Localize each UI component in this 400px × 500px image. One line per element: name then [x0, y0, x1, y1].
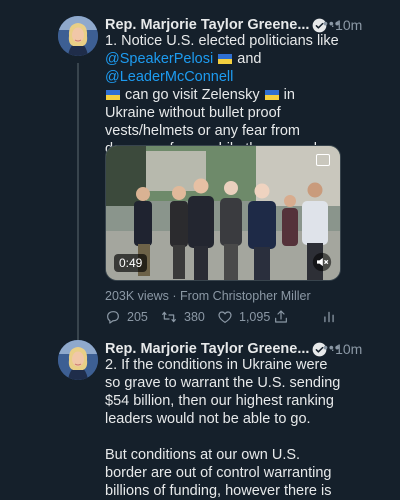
like-button[interactable]: 1,095: [217, 307, 270, 327]
mention-speakerpelosi[interactable]: @SpeakerPelosi: [105, 51, 213, 67]
reply-icon: [107, 311, 119, 324]
video-duration: 0:49: [114, 254, 148, 272]
thread-connector-line: [77, 63, 79, 340]
stats-button[interactable]: [322, 307, 336, 327]
stats-icon: [324, 311, 334, 323]
text-segment: 1. Notice U.S. elected politicians like: [105, 33, 339, 49]
retweet-button[interactable]: 380: [160, 307, 205, 327]
text-segment: can go visit Zelensky: [121, 87, 264, 103]
retweet-icon: [162, 311, 176, 323]
tweet-paragraph: But conditions at our own U.S. border ar…: [105, 447, 332, 499]
share-button[interactable]: [273, 307, 289, 327]
reply-count: 205: [127, 310, 148, 324]
avatar[interactable]: [58, 16, 98, 56]
retweet-count: 380: [184, 310, 205, 324]
reply-button[interactable]: 205: [105, 307, 148, 327]
video-player[interactable]: 0:49: [105, 145, 341, 281]
like-icon: [218, 311, 232, 323]
mention-leadermcconnell[interactable]: @LeaderMcConnell: [105, 69, 233, 85]
mute-icon[interactable]: [312, 252, 332, 272]
like-count: 1,095: [239, 310, 271, 324]
tweet-text: 2. If the conditions in Ukraine were so …: [105, 356, 345, 500]
share-icon: [275, 310, 287, 323]
tweet-paragraph: 2. If the conditions in Ukraine were so …: [105, 357, 341, 427]
avatar[interactable]: [58, 340, 98, 380]
pip-icon[interactable]: [316, 154, 330, 166]
text-segment: and: [233, 51, 262, 67]
ukraine-flag-icon: [106, 90, 120, 100]
ukraine-flag-icon: [264, 90, 279, 100]
ukraine-flag-icon: [218, 54, 233, 64]
views-attribution[interactable]: 203K views · From Christopher Miller: [105, 289, 311, 303]
tweet-actions: 205 380 1,095: [105, 307, 341, 327]
